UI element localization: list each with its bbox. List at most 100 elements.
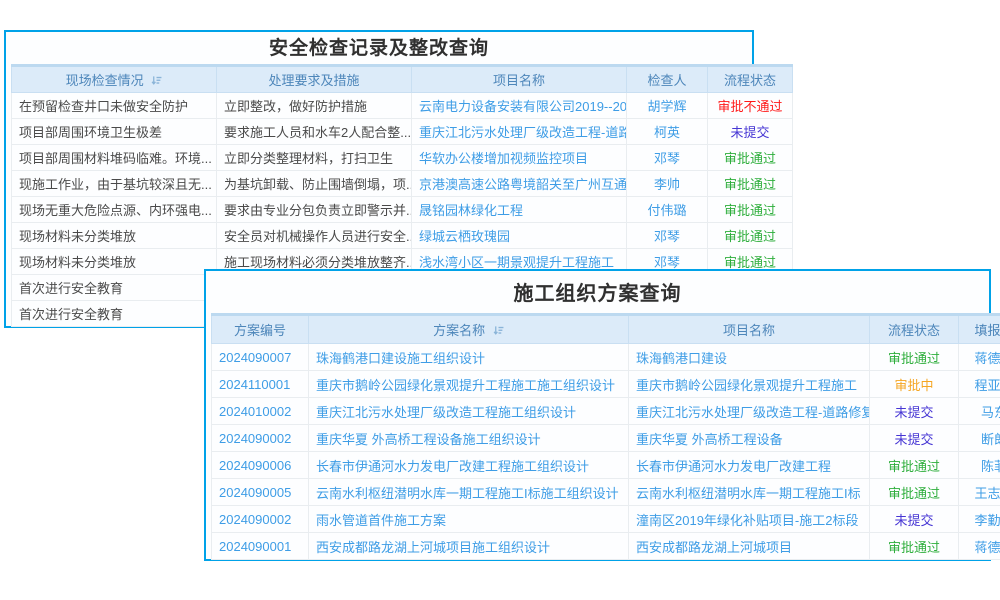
status-badge: 审批通过 [888, 459, 940, 474]
safety-table-header: 现场检查情况 处理要求及措施项目名称检查人流程状态 [12, 66, 793, 93]
status-badge: 未提交 [894, 405, 933, 420]
column-header-situation[interactable]: 现场检查情况 [12, 66, 217, 93]
cell-status: 未提交 [708, 119, 793, 145]
cell-text: 2024090002 [219, 512, 291, 527]
cell-plan-no[interactable]: 2024090007 [212, 344, 309, 371]
cell-text: 首次进行安全教育 [19, 307, 123, 322]
cell-measures: 立即整改，做好防护措施 [217, 93, 412, 119]
sort-icon [493, 325, 504, 336]
cell-text: 邓琴 [654, 151, 680, 166]
cell-text: 现场材料未分类堆放 [19, 255, 136, 270]
cell-project[interactable]: 潼南区2019年绿化补贴项目-施工2标段 [629, 506, 870, 533]
cell-status: 审批不通过 [708, 93, 793, 119]
cell-project[interactable]: 绿城云栖玫瑰园 [412, 223, 627, 249]
column-label: 现场检查情况 [66, 73, 144, 88]
status-badge: 审批通过 [724, 151, 776, 166]
cell-plan-no[interactable]: 2024090001 [212, 533, 309, 560]
cell-project[interactable]: 西安成都路龙湖上河城项目 [629, 533, 870, 560]
cell-text: 安全员对机械操作人员进行安全... [224, 229, 412, 244]
cell-status: 审批通过 [708, 171, 793, 197]
cell-text: 重庆华夏 外高桥工程设备 [636, 432, 783, 447]
column-label: 项目名称 [723, 323, 775, 338]
cell-project[interactable]: 重庆江北污水处理厂级改造工程-道路修复 [412, 119, 627, 145]
cell-text: 付伟璐 [647, 203, 686, 218]
cell-text: 马东 [981, 405, 1000, 420]
cell-plan-name[interactable]: 云南水利枢纽潜明水库一期工程施工I标施工组织设计 [309, 479, 629, 506]
column-label: 检查人 [647, 73, 686, 88]
column-header-project: 项目名称 [629, 315, 870, 344]
cell-text: 要求施工人员和水车2人配合整... [224, 125, 411, 140]
cell-plan-name[interactable]: 西安成都路龙湖上河城项目施工组织设计 [309, 533, 629, 560]
table-row: 现施工作业，由于基坑较深且无...为基坑卸载、防止围墙倒塌，项...京港澳高速公… [12, 171, 793, 197]
cell-plan-no[interactable]: 2024110001 [212, 371, 309, 398]
cell-text: 长春市伊通河水力发电厂改建工程施工组织设计 [316, 459, 589, 474]
safety-panel-title: 安全检查记录及整改查询 [6, 32, 752, 64]
cell-plan-no[interactable]: 2024090002 [212, 506, 309, 533]
cell-text: 云南水利枢纽潜明水库一期工程施工I标施工组织设计 [316, 486, 619, 501]
cell-inspector: 李帅 [627, 171, 708, 197]
cell-status: 未提交 [870, 425, 959, 452]
cell-plan-name[interactable]: 雨水管道首件施工方案 [309, 506, 629, 533]
cell-project[interactable]: 重庆华夏 外高桥工程设备 [629, 425, 870, 452]
cell-text: 京港澳高速公路粤境韶关至广州互通路面改 [419, 177, 627, 192]
cell-text: 王志远 [974, 486, 1000, 501]
column-header-plan-no: 方案编号 [212, 315, 309, 344]
cell-project[interactable]: 重庆市鹅岭公园绿化景观提升工程施工 [629, 371, 870, 398]
column-header-plan-name[interactable]: 方案名称 [309, 315, 629, 344]
column-label: 方案编号 [234, 323, 286, 338]
cell-plan-no[interactable]: 2024010002 [212, 398, 309, 425]
cell-project[interactable]: 云南水利枢纽潜明水库一期工程施工I标 [629, 479, 870, 506]
column-header-measures: 处理要求及措施 [217, 66, 412, 93]
cell-text: 重庆江北污水处理厂级改造工程施工组织设计 [316, 405, 576, 420]
table-row: 2024090002重庆华夏 外高桥工程设备施工组织设计重庆华夏 外高桥工程设备… [212, 425, 1000, 452]
cell-plan-no[interactable]: 2024090005 [212, 479, 309, 506]
column-header-inspector: 检查人 [627, 66, 708, 93]
cell-text: 李帅 [654, 177, 680, 192]
column-label: 处理要求及措施 [268, 73, 359, 88]
cell-plan-name[interactable]: 重庆江北污水处理厂级改造工程施工组织设计 [309, 398, 629, 425]
cell-plan-no[interactable]: 2024090002 [212, 425, 309, 452]
cell-text: 2024110001 [219, 377, 290, 392]
cell-reporter: 李勤丽 [959, 506, 1000, 533]
cell-status: 审批通过 [870, 344, 959, 371]
cell-text: 浅水湾小区一期景观提升工程施工 [419, 255, 614, 270]
cell-reporter: 马东 [959, 398, 1000, 425]
cell-text: 重庆江北污水处理厂级改造工程-道路修复 [419, 125, 627, 140]
cell-text: 2024090006 [219, 458, 291, 473]
cell-situation: 首次进行安全教育 [12, 275, 217, 301]
cell-text: 蒋德帧 [974, 351, 1000, 366]
cell-plan-name[interactable]: 重庆市鹅岭公园绿化景观提升工程施工施工组织设计 [309, 371, 629, 398]
cell-inspector: 胡学辉 [627, 93, 708, 119]
cell-plan-name[interactable]: 珠海鹤港口建设施工组织设计 [309, 344, 629, 371]
cell-text: 施工现场材料必须分类堆放整齐... [224, 255, 412, 270]
cell-situation: 现场无重大危险点源、内环强电... [12, 197, 217, 223]
cell-plan-no[interactable]: 2024090006 [212, 452, 309, 479]
column-label: 流程状态 [888, 323, 940, 338]
cell-inspector: 邓琴 [627, 145, 708, 171]
cell-situation: 项目部周围材料堆码临难。环境... [12, 145, 217, 171]
table-row: 现场材料未分类堆放安全员对机械操作人员进行安全...绿城云栖玫瑰园邓琴审批通过 [12, 223, 793, 249]
cell-project[interactable]: 珠海鹤港口建设 [629, 344, 870, 371]
cell-project[interactable]: 重庆江北污水处理厂级改造工程-道路修复 [629, 398, 870, 425]
cell-reporter: 王志远 [959, 479, 1000, 506]
cell-reporter: 蒋德帧 [959, 344, 1000, 371]
cell-text: 晟铭园林绿化工程 [419, 203, 523, 218]
cell-text: 重庆市鹅岭公园绿化景观提升工程施工 [636, 378, 857, 393]
cell-plan-name[interactable]: 重庆华夏 外高桥工程设备施工组织设计 [309, 425, 629, 452]
column-header-project: 项目名称 [412, 66, 627, 93]
status-badge: 未提交 [730, 125, 769, 140]
cell-project[interactable]: 华软办公楼增加视频监控项目 [412, 145, 627, 171]
cell-project[interactable]: 云南电力设备安装有限公司2019--2020年度 [412, 93, 627, 119]
cell-reporter: 程亚雄 [959, 371, 1000, 398]
cell-project[interactable]: 晟铭园林绿化工程 [412, 197, 627, 223]
cell-project[interactable]: 京港澳高速公路粤境韶关至广州互通路面改 [412, 171, 627, 197]
column-label: 方案名称 [433, 323, 485, 338]
cell-project[interactable]: 长春市伊通河水力发电厂改建工程 [629, 452, 870, 479]
construction-plan-panel: 施工组织方案查询 方案编号方案名称 项目名称流程状态填报人 2024090007… [204, 269, 991, 561]
table-row: 项目部周围材料堆码临难。环境...立即分类整理材料，打扫卫生华软办公楼增加视频监… [12, 145, 793, 171]
cell-text: 项目部周围环境卫生极差 [19, 125, 162, 140]
cell-situation: 首次进行安全教育 [12, 301, 217, 327]
cell-plan-name[interactable]: 长春市伊通河水力发电厂改建工程施工组织设计 [309, 452, 629, 479]
cell-situation: 现场材料未分类堆放 [12, 223, 217, 249]
cell-status: 审批通过 [870, 533, 959, 560]
